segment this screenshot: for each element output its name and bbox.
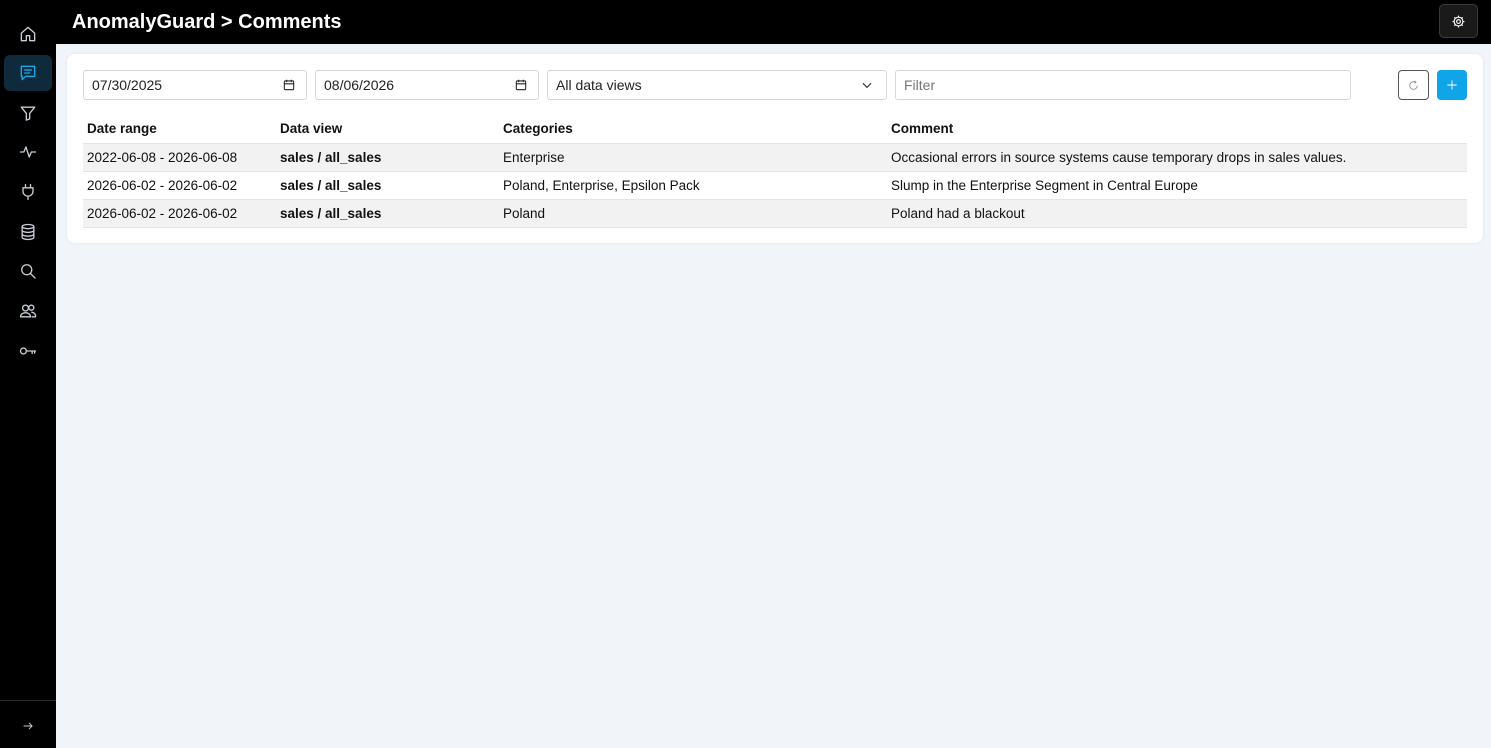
plug-icon: [22, 183, 34, 201]
table-row[interactable]: 2026-06-02 - 2026-06-02 sales / all_sale…: [83, 199, 1467, 228]
page-title: AnomalyGuard > Comments: [72, 10, 342, 33]
sidebar-item-search[interactable]: [4, 253, 52, 289]
sidebar-item-keys[interactable]: [4, 333, 52, 369]
column-header-data-view[interactable]: Data view: [276, 115, 499, 144]
comment-icon: [20, 65, 36, 81]
comments-card: 07/30/2025 08/06/2026 All data views Fil…: [67, 54, 1483, 243]
cell-categories: Enterprise: [499, 143, 887, 172]
home-icon: [20, 26, 36, 42]
table-row[interactable]: 2022-06-08 - 2026-06-08 sales / all_sale…: [83, 143, 1467, 172]
users-icon: [19, 304, 37, 318]
database-icon: [21, 223, 35, 241]
arrow-right-icon: [23, 722, 33, 730]
filter-placeholder: Filter: [904, 77, 936, 93]
cell-categories: Poland: [499, 199, 887, 228]
table-header-row: Date range Data view Categories Comment: [83, 115, 1467, 144]
search-icon: [21, 264, 36, 279]
cell-comment: Occasional errors in source systems caus…: [887, 143, 1467, 172]
cell-comment: Poland had a blackout: [887, 199, 1467, 228]
column-header-date-range[interactable]: Date range: [83, 115, 276, 144]
date-to-input[interactable]: 08/06/2026: [315, 70, 539, 100]
sidebar-item-filters[interactable]: [4, 95, 52, 131]
cell-categories: Poland, Enterprise, Epsilon Pack: [499, 171, 887, 200]
refresh-icon: [1409, 80, 1418, 90]
cell-data-view: sales / all_sales: [276, 143, 499, 172]
date-to-value: 08/06/2026: [324, 77, 395, 93]
sidebar-item-comments[interactable]: [4, 55, 52, 91]
cell-date-range: 2022-06-08 - 2026-06-08: [83, 143, 276, 172]
data-view-select-value: All data views: [556, 77, 642, 93]
add-comment-button[interactable]: [1437, 70, 1467, 100]
sidebar-expand-button[interactable]: [4, 708, 52, 744]
filter-input[interactable]: Filter: [895, 70, 1351, 100]
cell-data-view: sales / all_sales: [276, 171, 499, 200]
sidebar-item-database[interactable]: [4, 214, 52, 250]
data-view-select[interactable]: All data views: [547, 70, 887, 100]
column-header-categories[interactable]: Categories: [499, 115, 887, 144]
cell-data-view: sales / all_sales: [276, 199, 499, 228]
date-from-input[interactable]: 07/30/2025: [83, 70, 307, 100]
refresh-button[interactable]: [1398, 70, 1429, 100]
calendar-icon[interactable]: [514, 78, 528, 95]
cell-date-range: 2026-06-02 - 2026-06-02: [83, 171, 276, 200]
sidebar-item-users[interactable]: [4, 293, 52, 329]
plus-icon: [1447, 80, 1457, 90]
sidebar-item-connections[interactable]: [4, 174, 52, 210]
sidebar-divider: [0, 700, 56, 701]
comments-table: Date range Data view Categories Comment …: [83, 115, 1467, 228]
column-header-comment[interactable]: Comment: [887, 115, 1467, 144]
chevron-down-icon: [860, 78, 874, 95]
top-bar: AnomalyGuard > Comments: [56, 0, 1491, 44]
key-icon: [19, 347, 37, 355]
cell-date-range: 2026-06-02 - 2026-06-02: [83, 199, 276, 228]
filter-icon: [20, 106, 36, 121]
table-row[interactable]: 2026-06-02 - 2026-06-02 sales / all_sale…: [83, 171, 1467, 200]
sidebar-item-activity[interactable]: [4, 134, 52, 170]
cell-comment: Slump in the Enterprise Segment in Centr…: [887, 171, 1467, 200]
calendar-icon[interactable]: [282, 78, 296, 95]
gear-icon: [1452, 15, 1465, 27]
sidebar: [0, 0, 56, 748]
sidebar-item-home[interactable]: [4, 16, 52, 52]
pulse-icon: [19, 146, 37, 158]
settings-button[interactable]: [1439, 4, 1478, 38]
date-from-value: 07/30/2025: [92, 77, 163, 93]
